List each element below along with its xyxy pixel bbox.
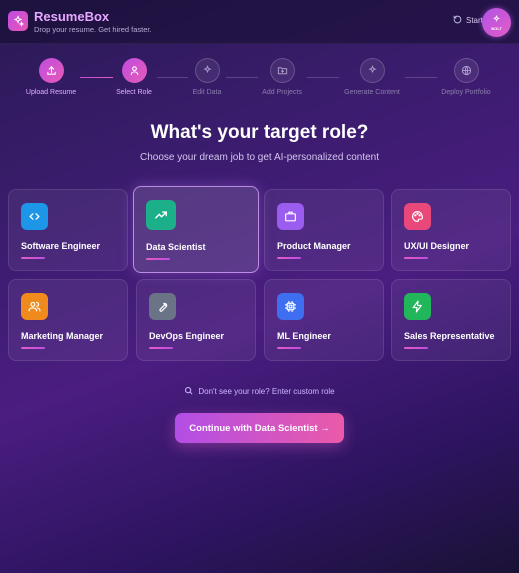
bolt-badge[interactable]: BOLT bbox=[482, 8, 511, 37]
role-name: Sales Representative bbox=[404, 331, 495, 341]
role-name: ML Engineer bbox=[277, 331, 331, 341]
role-card-sales-representative[interactable]: Sales Representative bbox=[391, 279, 511, 361]
start-over-label: Start bbox=[466, 16, 483, 25]
folder-plus-icon bbox=[269, 58, 295, 83]
sparkle-icon bbox=[194, 58, 220, 83]
users-icon bbox=[21, 293, 48, 320]
role-name: Software Engineer bbox=[21, 241, 101, 251]
globe-icon bbox=[453, 58, 479, 83]
step-label: Upload Resume bbox=[25, 89, 77, 96]
role-name: Data Scientist bbox=[146, 242, 206, 252]
start-over-button[interactable]: Start bbox=[453, 15, 483, 26]
custom-role-link[interactable]: Don't see your role? Enter custom role bbox=[0, 386, 519, 397]
page-title: What's your target role? bbox=[150, 122, 369, 143]
code-icon bbox=[21, 203, 48, 230]
role-card-ux-ui-designer[interactable]: UX/UI Designer bbox=[391, 189, 511, 271]
role-accent-bar bbox=[149, 347, 173, 349]
refresh-icon bbox=[453, 15, 462, 26]
step-label: Deploy Portfolio bbox=[441, 89, 491, 96]
role-accent-bar bbox=[404, 257, 428, 259]
step-label: Add Projects bbox=[262, 89, 302, 96]
step-edit-data[interactable]: Edit Data bbox=[167, 58, 247, 96]
briefcase-icon bbox=[277, 203, 304, 230]
step-deploy-portfolio[interactable]: Deploy Portfolio bbox=[426, 58, 506, 96]
role-name: DevOps Engineer bbox=[149, 331, 225, 341]
logo[interactable] bbox=[8, 11, 28, 31]
role-card-marketing-manager[interactable]: Marketing Manager bbox=[8, 279, 128, 361]
role-name: UX/UI Designer bbox=[404, 241, 470, 251]
role-card-devops-engineer[interactable]: DevOps Engineer bbox=[136, 279, 256, 361]
badge-label: BOLT bbox=[491, 25, 502, 31]
step-label: Edit Data bbox=[192, 89, 222, 96]
brand-tagline: Drop your resume. Get hired faster. bbox=[34, 25, 152, 34]
upload-icon bbox=[38, 58, 64, 83]
role-accent-bar bbox=[21, 347, 45, 349]
role-accent-bar bbox=[146, 258, 170, 260]
role-accent-bar bbox=[277, 347, 301, 349]
cpu-icon bbox=[277, 293, 304, 320]
step-select-role[interactable]: Select Role bbox=[94, 58, 174, 96]
role-accent-bar bbox=[21, 257, 45, 259]
step-upload-resume[interactable]: Upload Resume bbox=[11, 58, 91, 96]
page-subtitle: Choose your dream job to get AI-personal… bbox=[139, 152, 380, 163]
role-name: Product Manager bbox=[277, 241, 351, 251]
user-icon bbox=[121, 58, 147, 83]
role-accent-bar bbox=[277, 257, 301, 259]
search-icon bbox=[184, 386, 193, 397]
palette-icon bbox=[404, 203, 431, 230]
trending-up-icon bbox=[146, 200, 176, 230]
sparkle-icon bbox=[492, 14, 501, 25]
step-generate-content[interactable]: Generate Content bbox=[332, 58, 412, 96]
continue-button[interactable]: Continue with Data Scientist → bbox=[175, 413, 344, 443]
step-label: Select Role bbox=[116, 89, 152, 96]
sparkle-icon bbox=[359, 58, 385, 83]
role-card-ml-engineer[interactable]: ML Engineer bbox=[264, 279, 384, 361]
custom-role-label: Don't see your role? Enter custom role bbox=[198, 387, 335, 396]
progress-stepper: Upload Resume Select Role Edit Data Add … bbox=[0, 58, 519, 98]
brand-name: ResumeBox bbox=[34, 9, 110, 24]
role-card-data-scientist[interactable]: Data Scientist bbox=[133, 186, 259, 273]
role-card-product-manager[interactable]: Product Manager bbox=[264, 189, 384, 271]
wrench-icon bbox=[149, 293, 176, 320]
zap-icon bbox=[404, 293, 431, 320]
role-card-software-engineer[interactable]: Software Engineer bbox=[8, 189, 128, 271]
role-name: Marketing Manager bbox=[21, 331, 104, 341]
step-label: Generate Content bbox=[344, 89, 400, 96]
app-header: ResumeBox Drop your resume. Get hired fa… bbox=[0, 0, 519, 44]
role-accent-bar bbox=[404, 347, 428, 349]
step-add-projects[interactable]: Add Projects bbox=[242, 58, 322, 96]
